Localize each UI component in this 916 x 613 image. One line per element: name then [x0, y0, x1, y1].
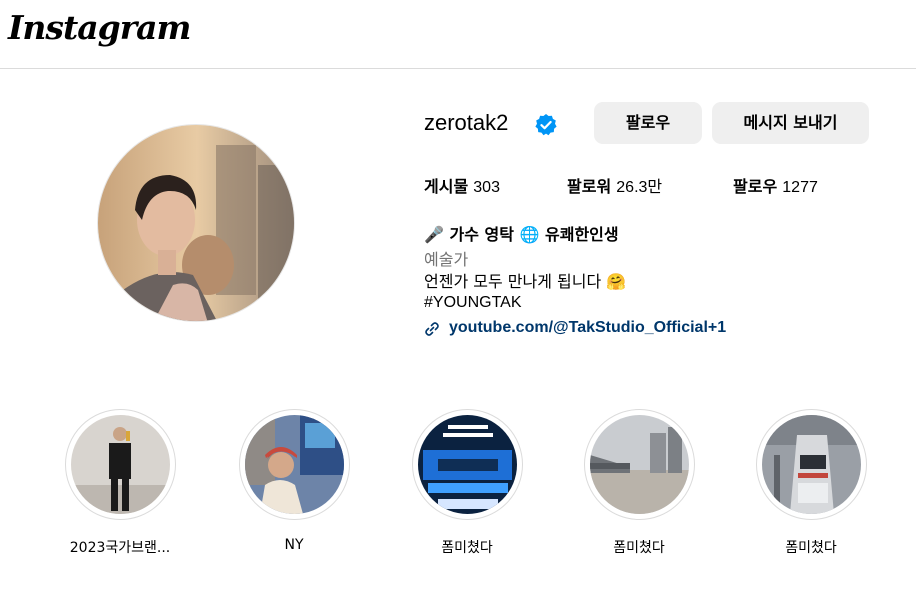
stat-value: 1277 — [782, 179, 818, 196]
instagram-logo[interactable]: Instagram — [8, 8, 191, 47]
highlight-2[interactable] — [239, 409, 350, 520]
bio-link[interactable]: youtube.com/@TakStudio_Official+1 — [449, 319, 726, 337]
stat-following[interactable]: 팔로우 1277 — [733, 173, 818, 197]
stat-posts: 게시물 303 — [424, 173, 500, 197]
highlight-label: NY — [284, 537, 304, 553]
stat-label: 게시물 — [424, 177, 469, 196]
highlight-thumbnail — [590, 415, 689, 514]
highlight-thumbnail — [71, 415, 170, 514]
bio-hashtag[interactable]: #YOUNGTAK — [424, 294, 522, 312]
bio-category: 예술가 — [424, 250, 469, 269]
bio-name: 🎤 가수 영탁 🌐 유쾌한인생 — [424, 225, 619, 244]
message-button[interactable]: 메시지 보내기 — [712, 102, 869, 144]
verified-badge-icon — [535, 114, 557, 136]
highlight-thumbnail — [245, 415, 344, 514]
profile-photo — [98, 125, 294, 321]
highlight-thumbnail — [418, 415, 517, 514]
top-bar: Instagram — [0, 0, 916, 69]
highlight-label: 폼미쳤다 — [785, 540, 837, 556]
stat-label: 팔로우 — [733, 177, 778, 196]
stat-value: 26.3만 — [616, 179, 663, 196]
profile-avatar[interactable] — [97, 124, 295, 322]
stat-label: 팔로워 — [567, 177, 612, 196]
stat-followers[interactable]: 팔로워 26.3만 — [567, 173, 662, 197]
highlight-5[interactable] — [756, 409, 867, 520]
highlight-1[interactable] — [65, 409, 176, 520]
highlight-3[interactable] — [412, 409, 523, 520]
highlight-thumbnail — [762, 415, 861, 514]
bio-text: 언젠가 모두 만나게 됩니다 🤗 — [424, 272, 627, 291]
highlight-label: 2023국가브랜... — [69, 540, 171, 556]
highlight-label: 폼미쳤다 — [613, 540, 665, 556]
link-icon — [425, 322, 439, 336]
stat-value: 303 — [473, 179, 500, 196]
highlight-label: 폼미쳤다 — [441, 540, 493, 556]
follow-button[interactable]: 팔로우 — [594, 102, 702, 144]
profile-username: zerotak2 — [424, 110, 509, 135]
highlight-4[interactable] — [584, 409, 695, 520]
